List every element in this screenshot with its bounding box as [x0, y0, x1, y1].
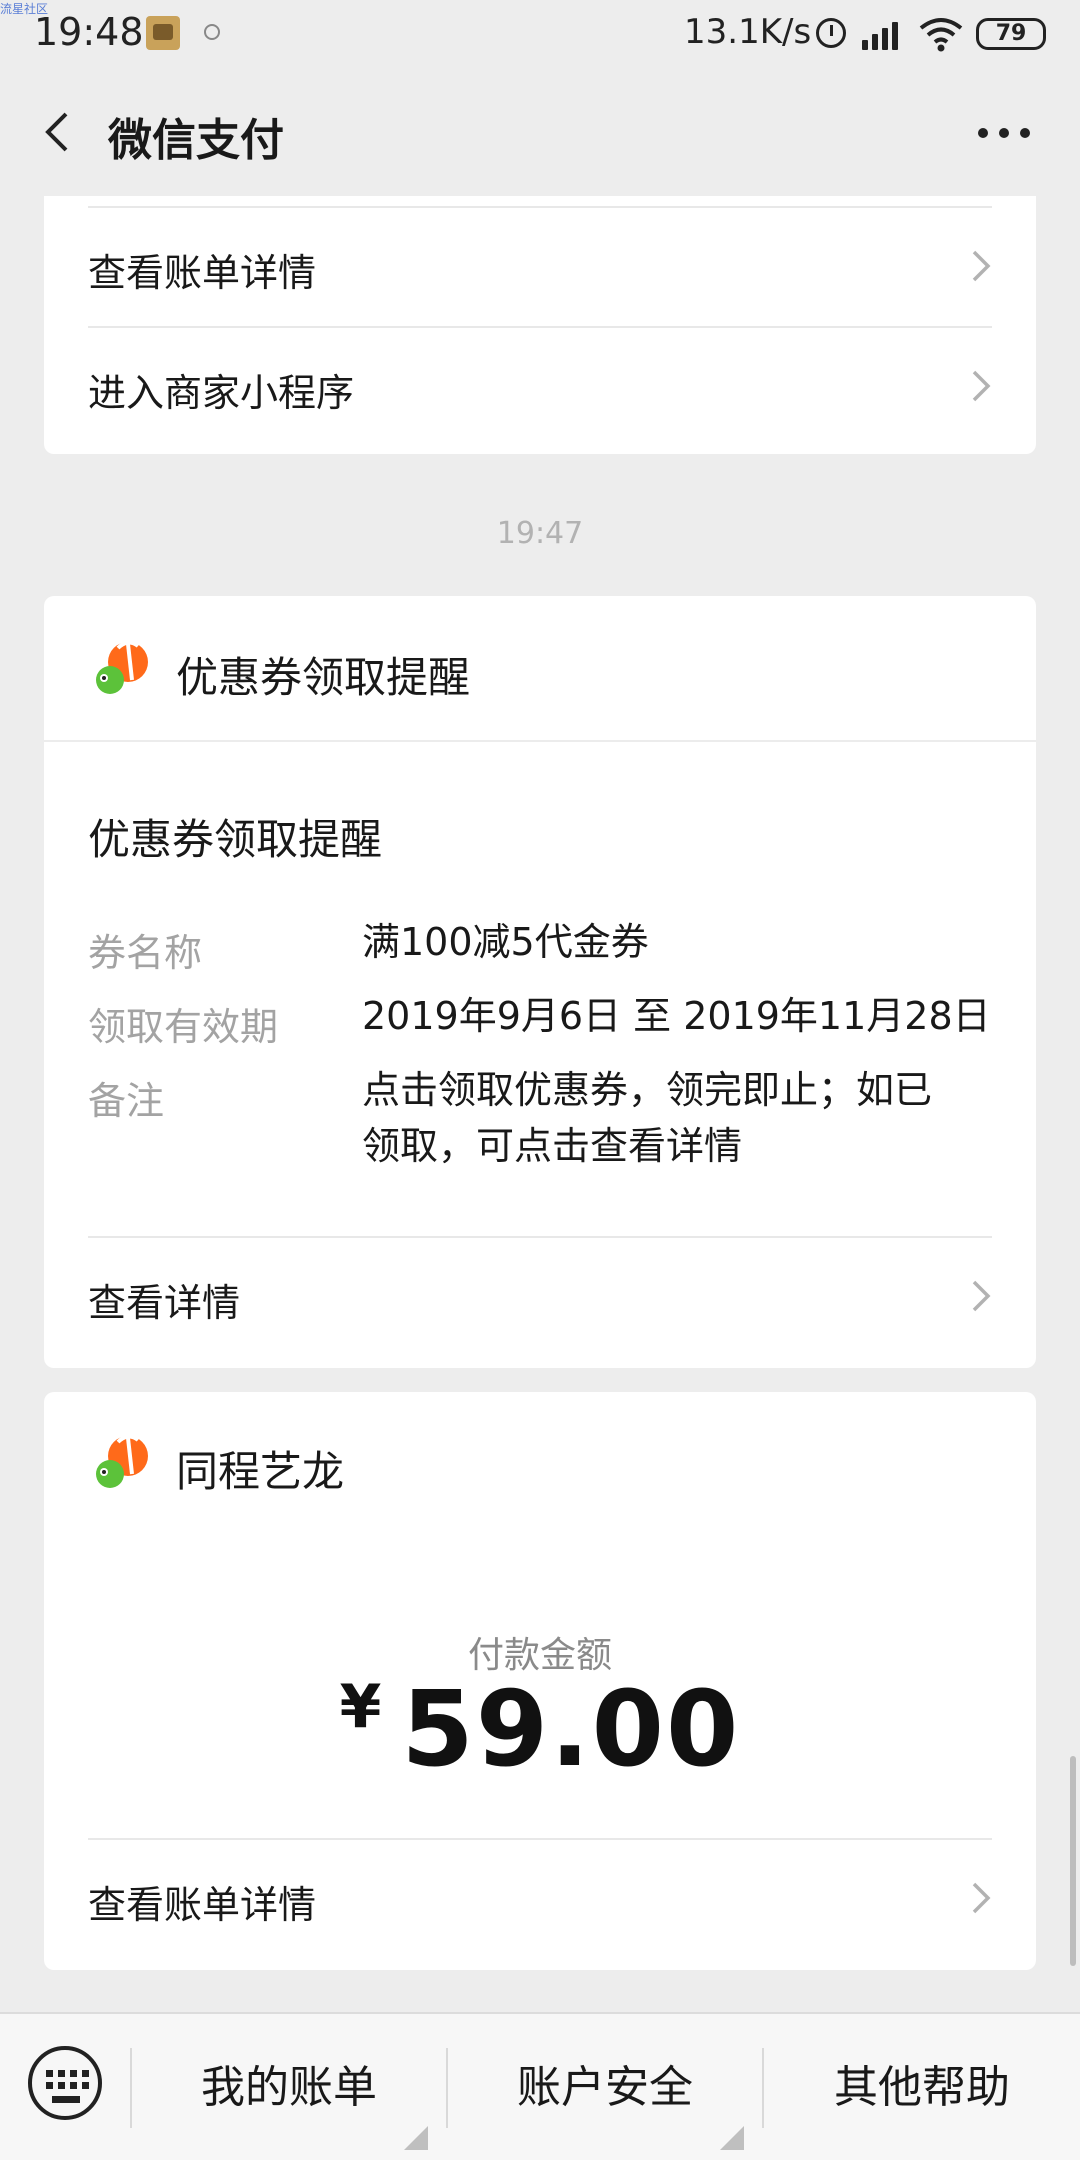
menu-label: 账户安全 [517, 2062, 693, 2113]
currency-symbol: ¥ [339, 1672, 384, 1742]
validity-period-value: 2019年9月6日 至 2019年11月28日 [362, 994, 991, 1038]
message-timestamp: 19:47 [496, 516, 584, 551]
row-label: 进入商家小程序 [88, 371, 355, 415]
merchant-name: 同程艺龙 [176, 1447, 345, 1496]
wifi-icon [919, 18, 963, 52]
menu-account-security[interactable]: 账户安全 [448, 2014, 762, 2160]
keyboard-icon[interactable] [28, 2046, 102, 2120]
payment-amount: ¥59.00 [44, 1668, 1036, 1790]
bottom-menu-bar: 我的账单 账户安全 其他帮助 [0, 2012, 1080, 2160]
chevron-right-icon [972, 1280, 991, 1312]
chevron-right-icon [972, 1882, 991, 1914]
menu-other-help[interactable]: 其他帮助 [764, 2014, 1080, 2160]
submenu-indicator-icon [404, 2126, 428, 2150]
menu-my-bills[interactable]: 我的账单 [132, 2014, 446, 2160]
notification-dot-icon [204, 24, 220, 40]
nav-bar: 微信支付 [0, 68, 1080, 196]
view-details-row[interactable]: 查看详情 [88, 1238, 992, 1356]
scrollbar[interactable] [1070, 1756, 1076, 1966]
chevron-right-icon [972, 250, 991, 282]
battery-indicator: 79 [976, 18, 1046, 50]
previous-message-card: 查看账单详情 进入商家小程序 [44, 196, 1036, 454]
amount-value: 59.00 [401, 1668, 741, 1790]
payment-card: 同程艺龙 付款金额 ¥59.00 查看账单详情 [44, 1392, 1036, 1970]
remark-label: 备注 [88, 1079, 165, 1123]
page-title: 微信支付 [108, 115, 284, 166]
back-arrow-icon[interactable] [40, 112, 76, 152]
status-time: 19:48 [34, 10, 144, 54]
chevron-right-icon [972, 370, 991, 402]
coupon-name-label: 券名称 [88, 931, 203, 975]
coupon-reminder-card: 优惠券领取提醒 优惠券领取提醒 券名称 满100减5代金券 领取有效期 2019… [44, 596, 1036, 1368]
submenu-indicator-icon [720, 2126, 744, 2150]
open-mini-program-row[interactable]: 进入商家小程序 [88, 328, 992, 446]
row-label: 查看账单详情 [88, 1883, 317, 1927]
divider [44, 740, 1036, 742]
tongcheng-logo-icon [96, 640, 148, 694]
row-label: 查看详情 [88, 1281, 241, 1325]
remark-value: 点击领取优惠券，领完即止；如已领取，可点击查看详情 [362, 1068, 933, 1168]
network-speed: 13.1K/s [684, 12, 812, 52]
validity-period-label: 领取有效期 [88, 1005, 279, 1049]
tongcheng-logo-icon [96, 1434, 148, 1488]
view-bill-details-row[interactable]: 查看账单详情 [88, 1840, 992, 1958]
view-bill-details-row[interactable]: 查看账单详情 [88, 208, 992, 326]
menu-label: 其他帮助 [834, 2062, 1010, 2113]
message-title: 优惠券领取提醒 [88, 815, 383, 864]
coupon-name-value: 满100减5代金券 [362, 920, 649, 964]
menu-label: 我的账单 [201, 2062, 377, 2113]
card-header-title: 优惠券领取提醒 [176, 653, 471, 702]
status-bar: 流星社区 19:48 13.1K/s 79 [0, 0, 1080, 68]
alarm-icon [816, 18, 846, 48]
row-label: 查看账单详情 [88, 251, 317, 295]
signal-icon [862, 18, 906, 50]
notification-avatar-icon [146, 16, 180, 50]
more-options-icon[interactable] [978, 128, 1030, 140]
